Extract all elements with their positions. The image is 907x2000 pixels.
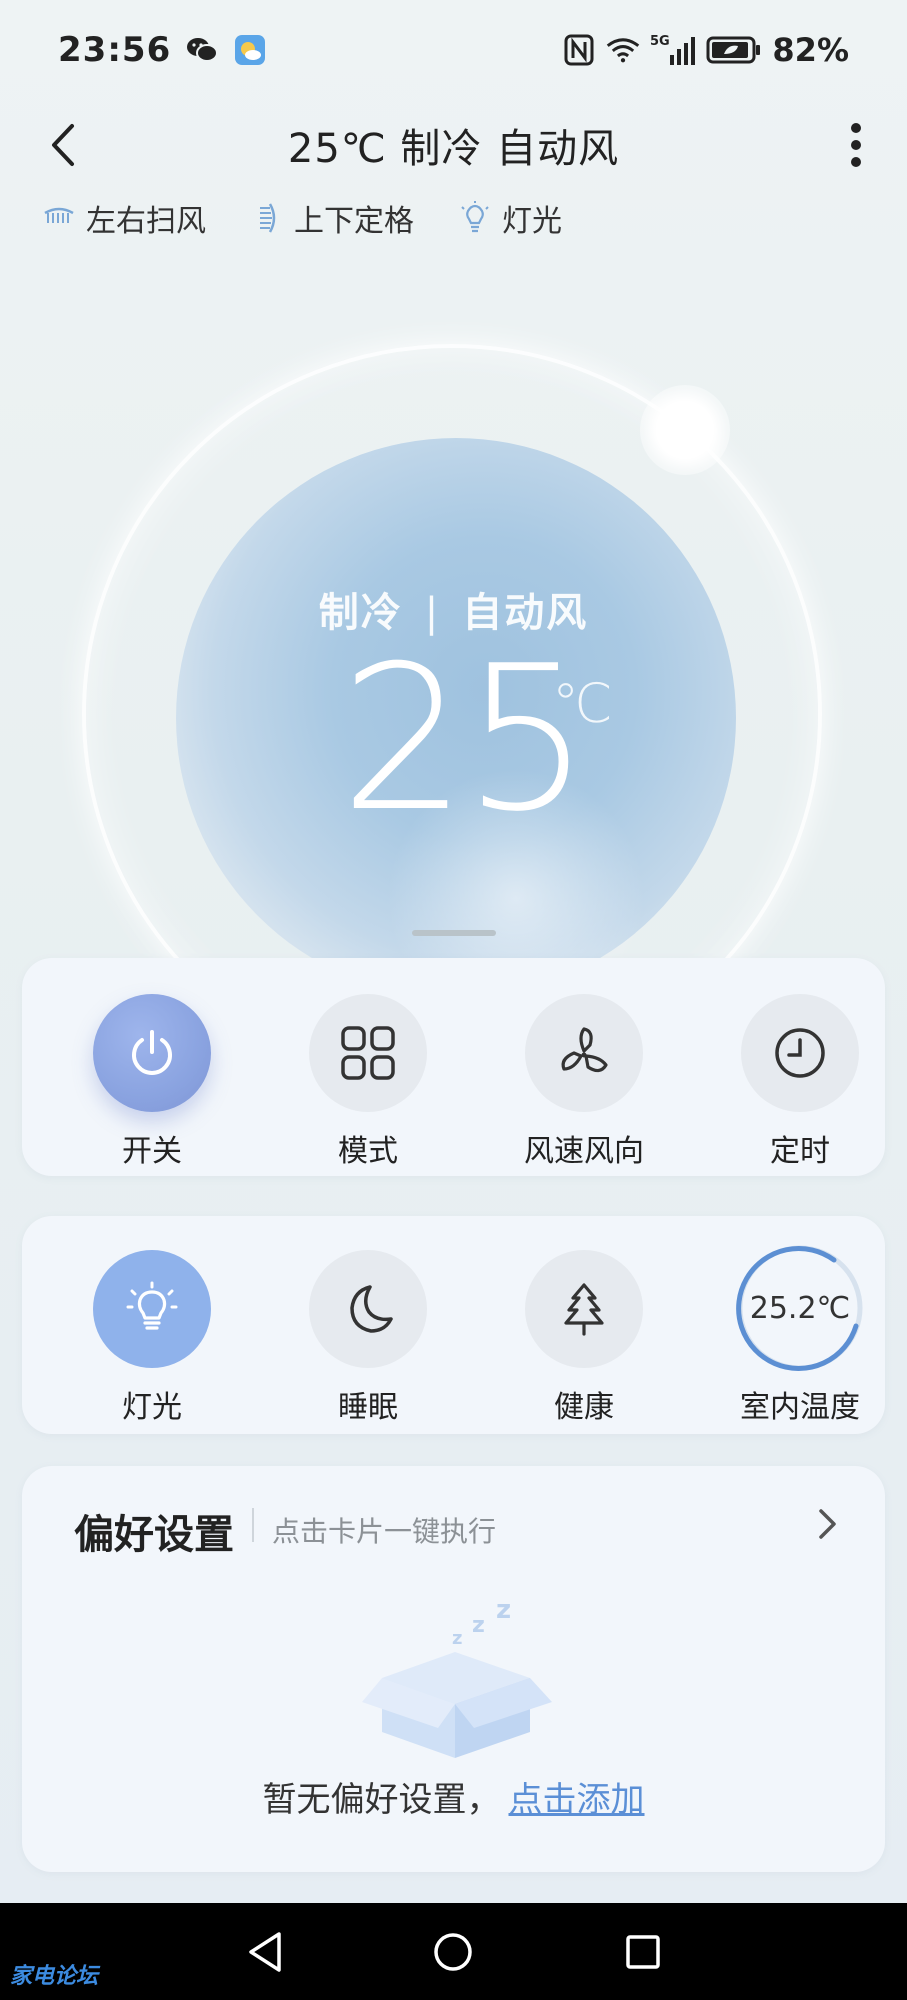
nav-home-button[interactable] bbox=[426, 1925, 480, 1979]
more-options-button[interactable] bbox=[829, 118, 883, 172]
back-button[interactable] bbox=[36, 118, 90, 172]
drag-handle[interactable] bbox=[412, 930, 496, 936]
dial-temperature: 25 bbox=[340, 623, 590, 856]
control-label: 开关 bbox=[122, 1134, 182, 1169]
prefs-divider bbox=[252, 1508, 254, 1542]
clock-icon bbox=[775, 1028, 825, 1078]
dial-unit: ℃ bbox=[552, 672, 613, 735]
nav-recents-button[interactable] bbox=[616, 1925, 670, 1979]
more-vertical-icon bbox=[851, 123, 861, 167]
feature-tag-light: 灯光 bbox=[458, 196, 562, 240]
health-button[interactable] bbox=[525, 1250, 643, 1368]
wifi-icon bbox=[606, 33, 640, 67]
power-icon bbox=[132, 1030, 172, 1075]
feature-label: 灯光 bbox=[122, 1390, 182, 1425]
indoor-temperature: 25.2℃ 室内温度 bbox=[710, 1244, 890, 1426]
indoor-temp-value: 25.2℃ bbox=[749, 1290, 851, 1326]
empty-box-illustration: z z z bbox=[360, 1586, 560, 1766]
status-right: 5G 82% bbox=[562, 31, 849, 69]
header: 25℃ 制冷 自动风 bbox=[0, 100, 907, 190]
fan-icon bbox=[561, 1027, 608, 1073]
feature-tag-vertical-fixed: 上下定格 bbox=[250, 196, 414, 240]
nav-back-button[interactable] bbox=[238, 1925, 292, 1979]
power-button[interactable] bbox=[93, 994, 211, 1112]
circle-home-icon bbox=[434, 1933, 472, 1971]
svg-text:z: z bbox=[496, 1595, 511, 1625]
feature-label: 睡眠 bbox=[338, 1390, 398, 1425]
feature-tag-label: 左右扫风 bbox=[86, 204, 206, 239]
weather-app-icon bbox=[233, 33, 267, 67]
mode-control[interactable]: 模式 bbox=[278, 994, 458, 1170]
light-control[interactable]: 灯光 bbox=[62, 1250, 242, 1426]
controls-card: 开关 模式 风速风向 定时 bbox=[22, 958, 885, 1176]
feature-tag-label: 上下定格 bbox=[294, 204, 414, 239]
mode-button[interactable] bbox=[309, 994, 427, 1112]
square-recents-icon bbox=[626, 1935, 660, 1969]
control-label: 定时 bbox=[770, 1134, 830, 1169]
feature-tag-horizontal-swing: 左右扫风 bbox=[42, 196, 206, 240]
light-bulb-icon bbox=[461, 201, 489, 233]
battery-percent: 82% bbox=[772, 31, 849, 69]
control-label: 风速风向 bbox=[524, 1134, 644, 1169]
control-label: 模式 bbox=[338, 1134, 398, 1169]
wechat-icon bbox=[185, 33, 219, 67]
feature-tag-label: 灯光 bbox=[502, 204, 562, 239]
dial-knob[interactable] bbox=[640, 385, 730, 475]
preferences-card[interactable]: 偏好设置 点击卡片一键执行 z z z 暂无偏好设置， 点击添加 bbox=[22, 1466, 885, 1872]
moon-icon bbox=[350, 1285, 393, 1333]
chevron-right-icon[interactable] bbox=[809, 1506, 845, 1542]
empty-text: 暂无偏好设置， bbox=[262, 1780, 501, 1820]
feature-label: 室内温度 bbox=[740, 1390, 860, 1425]
sleep-control[interactable]: 睡眠 bbox=[278, 1250, 458, 1426]
prefs-subtitle: 点击卡片一键执行 bbox=[272, 1515, 497, 1548]
horizontal-swing-icon bbox=[44, 207, 74, 223]
add-preference-link[interactable]: 点击添加 bbox=[509, 1780, 645, 1820]
svg-text:z: z bbox=[452, 1628, 462, 1649]
empty-prefs-message: 暂无偏好设置， 点击添加 bbox=[22, 1772, 885, 1821]
battery-icon bbox=[706, 33, 762, 67]
tree-icon bbox=[564, 1283, 604, 1336]
feature-tags: 左右扫风 上下定格 灯光 bbox=[42, 196, 562, 240]
fan-button[interactable] bbox=[525, 994, 643, 1112]
triangle-back-icon bbox=[249, 1932, 281, 1972]
light-button[interactable] bbox=[93, 1250, 211, 1368]
features-card: 灯光 睡眠 健康 25.2℃ 室内温度 bbox=[22, 1216, 885, 1434]
page-title: 25℃ 制冷 自动风 bbox=[287, 126, 620, 172]
system-nav-bar: 家电论坛 bbox=[0, 1903, 907, 2000]
prefs-title: 偏好设置 bbox=[74, 1512, 234, 1558]
fan-control[interactable]: 风速风向 bbox=[494, 994, 674, 1170]
nfc-icon bbox=[562, 33, 596, 67]
chevron-left-icon bbox=[52, 124, 74, 166]
status-time: 23:56 bbox=[58, 30, 172, 70]
timer-control[interactable]: 定时 bbox=[710, 994, 890, 1170]
power-control[interactable]: 开关 bbox=[62, 994, 242, 1170]
signal-icon: 5G bbox=[650, 33, 696, 67]
svg-text:z: z bbox=[472, 1613, 485, 1638]
indoor-temp-gauge: 25.2℃ bbox=[736, 1244, 864, 1372]
status-left: 23:56 bbox=[58, 30, 267, 70]
vertical-fixed-icon bbox=[260, 203, 276, 233]
feature-label: 健康 bbox=[554, 1390, 614, 1425]
sleep-button[interactable] bbox=[309, 1250, 427, 1368]
mode-grid-icon bbox=[341, 1026, 395, 1080]
light-bulb-icon bbox=[126, 1281, 178, 1330]
network-label: 5G bbox=[650, 34, 670, 49]
status-bar: 23:56 5G 82% bbox=[0, 0, 907, 100]
watermark: 家电论坛 bbox=[10, 1964, 99, 1989]
timer-button[interactable] bbox=[741, 994, 859, 1112]
health-control[interactable]: 健康 bbox=[494, 1250, 674, 1426]
